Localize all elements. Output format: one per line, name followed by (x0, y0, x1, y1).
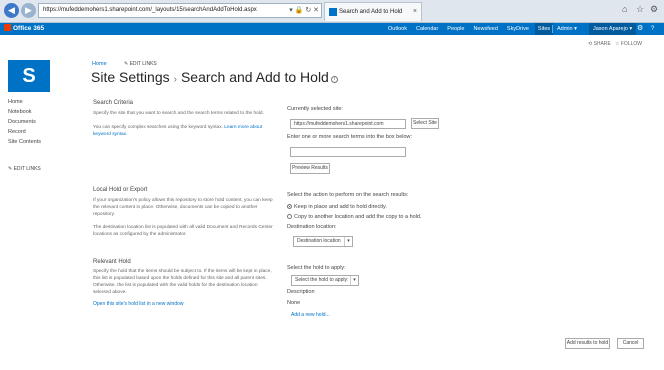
chevron-down-icon: ▾ (350, 276, 358, 285)
sharepoint-favicon-icon (329, 8, 337, 16)
page-subtitle: Search and Add to Hold (180, 69, 329, 85)
local-hold-desc: If your organization's policy allows thi… (93, 198, 273, 217)
suite-link-sites[interactable]: Sites (534, 23, 554, 35)
nav-item-documents[interactable]: Documents (8, 119, 41, 125)
description-label: Description (287, 289, 315, 295)
gear-icon[interactable]: ⚙ (637, 23, 643, 35)
destination-label: Destination location: (287, 224, 337, 230)
home-icon[interactable]: ⌂ (622, 4, 627, 14)
site-settings-link[interactable]: Site Settings (91, 69, 170, 85)
share-label: SHARE (593, 41, 611, 47)
chevron-down-icon: ▾ (344, 237, 352, 246)
edit-links-nav[interactable]: ✎ EDIT LINKS (8, 166, 41, 172)
search-criteria-desc: Specify the site that you want to search… (93, 111, 264, 116)
suite-link-newsfeed[interactable]: Newsfeed (473, 26, 497, 32)
description-value: None (287, 300, 301, 306)
search-criteria-desc-2: You can specify complex searches using t… (93, 124, 273, 138)
info-icon[interactable]: i (330, 76, 338, 83)
address-bar[interactable]: https://mufeddemohers1.sharepoint.com/_l… (38, 3, 322, 18)
sharepoint-s-icon: S (22, 65, 36, 87)
select-site-button[interactable]: Select Site (411, 118, 439, 129)
office365-brand[interactable]: Office 365 (4, 24, 44, 34)
follow-button[interactable]: ☆ FOLLOW (615, 41, 642, 47)
suite-link-outlook[interactable]: Outlook (388, 26, 407, 32)
follow-label: FOLLOW (620, 41, 642, 47)
destination-select[interactable]: Destination location ▾ (293, 236, 353, 247)
suite-bar: Office 365 Outlook Calendar People Newsf… (0, 23, 664, 35)
hold-value: Select the hold to apply: (295, 277, 349, 283)
suite-divider (552, 25, 553, 33)
edit-links-top[interactable]: ✎ EDIT LINKS (124, 61, 157, 67)
share-button[interactable]: ⟲ SHARE (588, 41, 611, 47)
site-label: Currently selected site: (287, 106, 343, 112)
favorites-star-icon[interactable]: ☆ (636, 4, 644, 15)
sharepoint-logo[interactable]: S (8, 60, 50, 92)
relevant-hold-title: Relevant Hold (93, 259, 131, 265)
keep-in-place-option[interactable]: Keep in place and add to hold directly. (287, 204, 387, 210)
breadcrumb-home[interactable]: Home (92, 61, 107, 67)
suite-link-people[interactable]: People (447, 26, 464, 32)
left-nav: Home Notebook Documents Record Site Cont… (8, 99, 41, 149)
browser-settings-icon[interactable]: ⚙ (650, 4, 658, 15)
local-hold-title: Local Hold or Export (93, 187, 148, 193)
option1-label: Keep in place and add to hold directly. (294, 204, 387, 210)
open-hold-list-link[interactable]: Open this site's hold list in a new wind… (93, 301, 183, 307)
local-hold-desc-2: The destination location list is populat… (93, 225, 273, 237)
suite-link-calendar[interactable]: Calendar (416, 26, 438, 32)
nav-edit-label: EDIT LINKS (13, 166, 41, 172)
hold-select[interactable]: Select the hold to apply: ▾ (291, 275, 359, 286)
search-criteria-desc-text: You can specify complex searches using t… (93, 125, 223, 130)
brand-label: Office 365 (13, 25, 45, 32)
forward-button[interactable]: ▶ (21, 3, 36, 18)
tab-title: Search and Add to Hold (339, 9, 403, 15)
hold-label: Select the hold to apply: (287, 265, 346, 271)
browser-tab[interactable]: Search and Add to Hold × (324, 2, 422, 21)
browser-chrome: ◀ ▶ https://mufeddemohers1.sharepoint.co… (0, 0, 664, 23)
search-terms-label: Enter one or more search terms into the … (287, 134, 413, 140)
add-results-to-hold-button[interactable]: Add results to hold (565, 338, 610, 349)
site-field[interactable]: https://mufeddemohers1.sharepoint.com (290, 119, 406, 129)
preview-results-button[interactable]: Preview Results (290, 163, 330, 174)
destination-value: Destination location (297, 238, 341, 244)
relevant-hold-desc: Specify the hold that the items should b… (93, 269, 272, 295)
nav-item-notebook[interactable]: Notebook (8, 109, 41, 115)
search-criteria-title: Search Criteria (93, 100, 134, 106)
office-logo-icon (4, 24, 11, 31)
action-label: Select the action to perform on the sear… (287, 192, 409, 198)
user-menu[interactable]: Jason Aparejo ▾ (589, 23, 637, 35)
address-controls[interactable]: ▾ 🔒 ↻ ✕ (289, 4, 319, 17)
cancel-button[interactable]: Cancel (617, 338, 644, 349)
nav-item-site-contents[interactable]: Site Contents (8, 139, 41, 145)
help-icon[interactable]: ? (651, 23, 654, 35)
back-button[interactable]: ◀ (4, 3, 19, 18)
radio-unselected[interactable] (287, 214, 292, 219)
suite-links: Outlook Calendar People Newsfeed SkyDriv… (388, 23, 559, 35)
address-text: https://mufeddemohers1.sharepoint.com/_l… (43, 7, 257, 13)
option2-label: Copy to another location and add the cop… (294, 214, 422, 220)
nav-item-home[interactable]: Home (8, 99, 41, 105)
tab-close-icon[interactable]: × (413, 3, 417, 21)
nav-item-record[interactable]: Record (8, 129, 41, 135)
radio-selected[interactable] (287, 204, 292, 209)
title-separator: › (173, 74, 177, 85)
add-new-hold-link[interactable]: Add a new hold... (291, 312, 330, 318)
admin-menu[interactable]: Admin ▾ (557, 23, 577, 35)
suite-link-skydrive[interactable]: SkyDrive (507, 26, 529, 32)
copy-option[interactable]: Copy to another location and add the cop… (287, 214, 422, 220)
page-title: Site Settings › Search and Add to Hold i (91, 69, 338, 85)
search-terms-input[interactable] (290, 147, 406, 157)
edit-links-label: EDIT LINKS (129, 61, 157, 67)
